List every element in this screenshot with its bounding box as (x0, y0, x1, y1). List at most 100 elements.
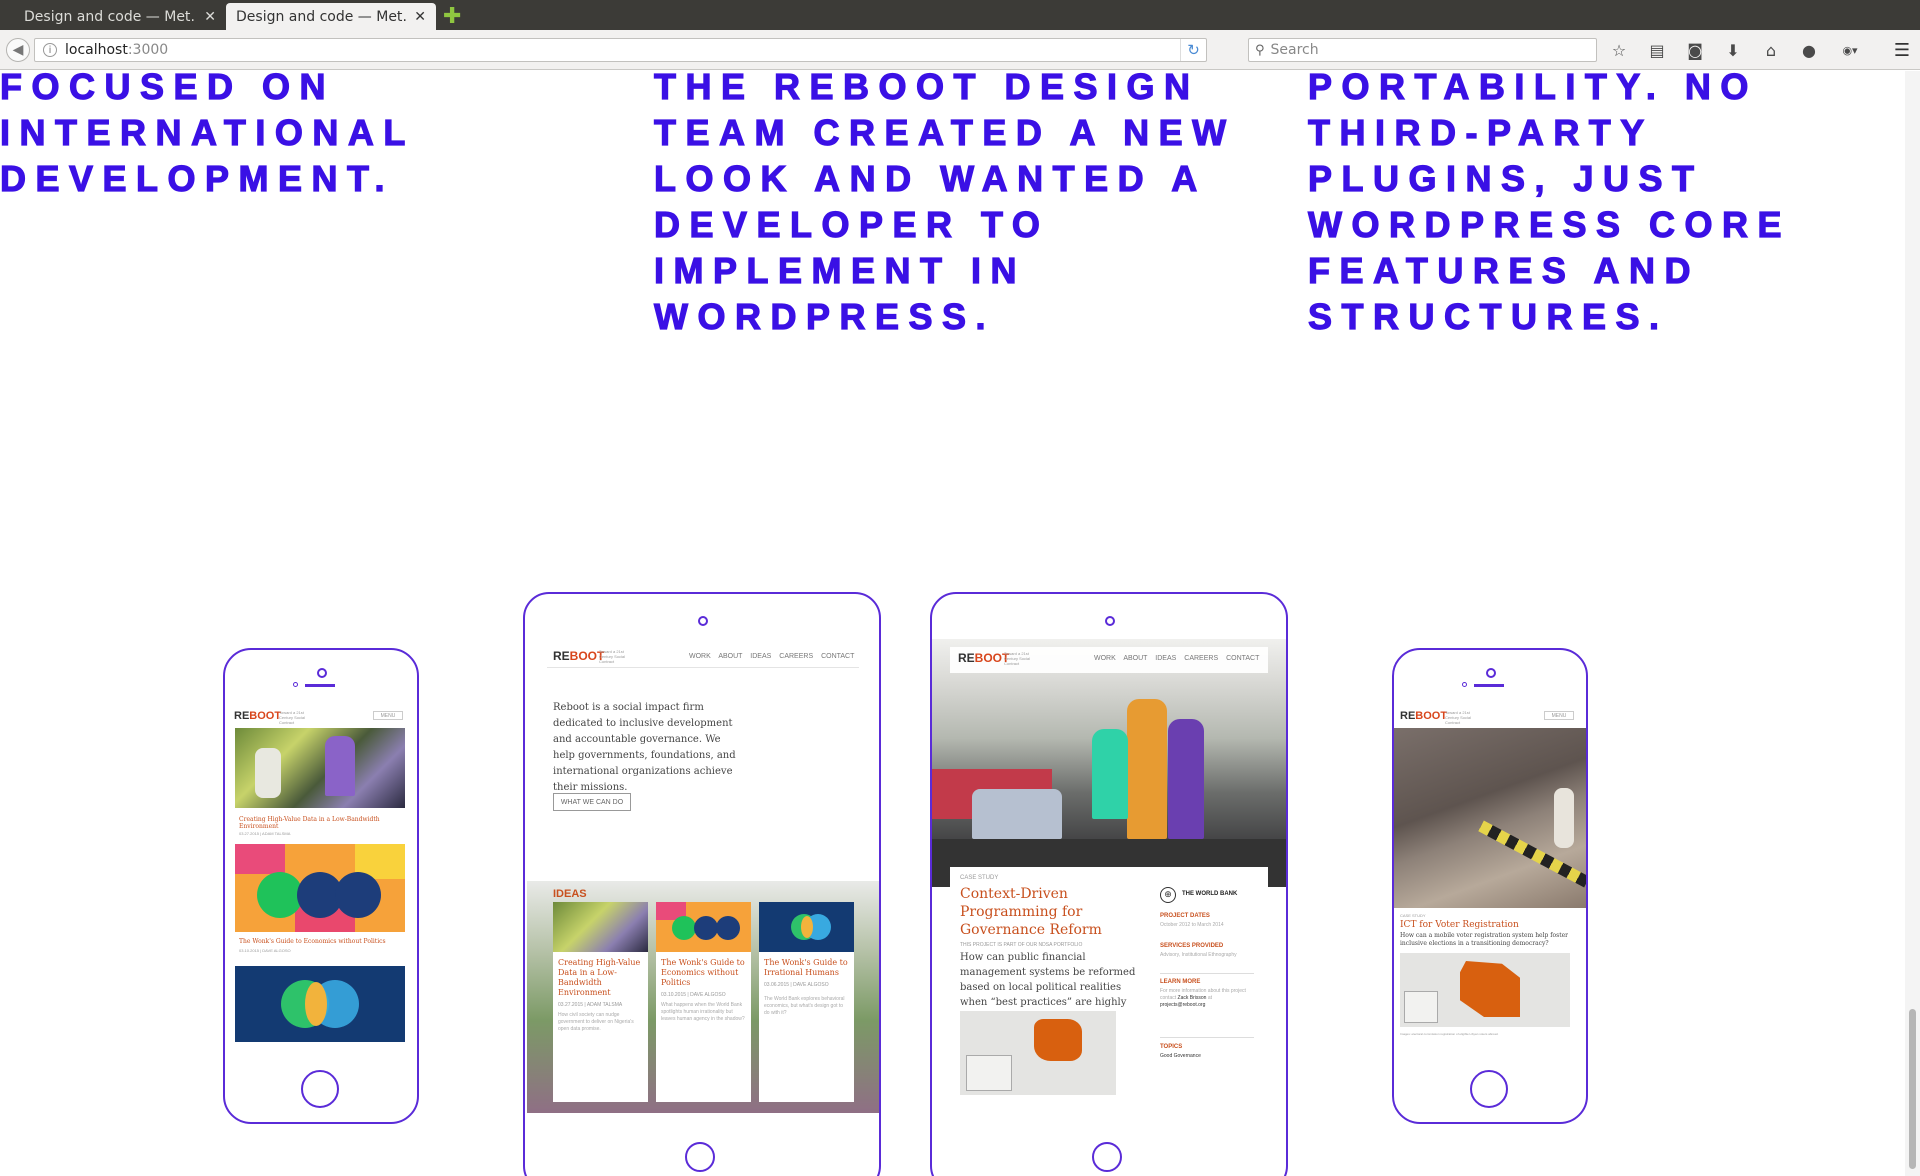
phone-screen: REBOOT Toward a 21st Century Social Cont… (1394, 706, 1586, 1058)
text-column-1: FOCUSED ON INTERNATIONAL DEVELOPMENT. (0, 71, 415, 200)
card-title[interactable]: Creating High-Value Data in a Low-Bandwi… (558, 958, 644, 998)
nigeria-map-image (960, 1011, 1116, 1095)
tablet-screen: REBOOT Toward a 21st Century Social Cont… (932, 639, 1286, 1113)
url-host: localhost (65, 42, 128, 58)
nav-careers[interactable]: CAREERS (779, 653, 813, 660)
page-viewport: FOCUSED ON INTERNATIONAL DEVELOPMENT. TH… (0, 71, 1920, 1176)
learn-more-text: For more information about this project … (1160, 988, 1246, 1008)
tab-active[interactable]: Design and code — Met… ✕ (226, 3, 436, 30)
services-label: SERVICES PROVIDED (1160, 943, 1224, 949)
nav-about[interactable]: ABOUT (1123, 655, 1147, 662)
home-icon[interactable]: ⌂ (1759, 38, 1783, 62)
world-bank-globe-icon: ⊕ (1160, 887, 1176, 903)
search-placeholder: Search (1270, 42, 1319, 58)
nav-careers[interactable]: CAREERS (1184, 655, 1218, 662)
card-title[interactable]: The Wonk's Guide to Economics without Po… (661, 958, 747, 988)
camera-icon (698, 616, 708, 626)
map-footnote: Images: electoral commission registratio… (1400, 1032, 1499, 1036)
illustration-overlap-circles (235, 966, 405, 1042)
text-column-2: THE REBOOT DESIGN TEAM CREATED A NEW LOO… (653, 71, 1236, 338)
tab-inactive[interactable]: Design and code — Met… ✕ (14, 3, 226, 30)
idea-card-3[interactable]: The Wonk's Guide to Irrational Humans 03… (759, 902, 854, 1102)
speaker-grille (1474, 684, 1504, 687)
reading-list-icon[interactable]: ▤ (1645, 38, 1669, 62)
navigation-toolbar: ◀ i localhost:3000 ↻ ⚲ Search ☆ ▤ ◙ ⬇ ⌂ … (0, 30, 1920, 70)
photo-people-image (235, 728, 405, 808)
contact-name[interactable]: Zack Brisson (1178, 995, 1207, 1001)
card-title[interactable]: The Wonk's Guide to Economics without Po… (239, 938, 399, 945)
card-title[interactable]: Creating High-Value Data in a Low-Bandwi… (239, 816, 399, 830)
scrollbar-thumb[interactable] (1909, 1009, 1916, 1169)
nav-divider (547, 667, 859, 668)
camera-icon (1105, 616, 1115, 626)
camera-icon (317, 668, 327, 678)
download-icon[interactable]: ⬇ (1721, 38, 1745, 62)
sidewalk-photo-image (1394, 728, 1586, 908)
site-info-icon[interactable]: i (43, 43, 57, 57)
menu-button[interactable]: MENU (1544, 711, 1574, 720)
tablet-mockup-2: REBOOT Toward a 21st Century Social Cont… (930, 592, 1288, 1176)
card-text: How civil society can nudge government t… (558, 1012, 634, 1032)
card-meta: 03.10.2015 | DAVE ALGOSO (239, 948, 291, 953)
chat-icon[interactable]: ● (1797, 38, 1821, 62)
case-study-question: How can a mobile voter registration syst… (1400, 932, 1569, 947)
reboot-logo: REBOOT (553, 649, 605, 663)
nav-about[interactable]: ABOUT (718, 653, 742, 660)
card-meta: 03.10.2015 | DAVE ALGOSO (661, 992, 726, 998)
contact-email[interactable]: projects@reboot.org (1160, 1002, 1205, 1008)
pocket-icon[interactable]: ◙ (1683, 38, 1707, 62)
menu-button[interactable]: MENU (373, 711, 403, 720)
phone-mockup-1: REBOOT Toward a 21st Century Social Cont… (223, 648, 419, 1124)
site-tagline: Toward a 21st Century Social Contract (279, 710, 306, 725)
nav-ideas[interactable]: IDEAS (750, 653, 771, 660)
page-scrollbar[interactable] (1905, 71, 1920, 1176)
close-tab-icon[interactable]: ✕ (414, 9, 426, 25)
url-port: :3000 (127, 42, 169, 58)
nav-work[interactable]: WORK (1094, 655, 1116, 662)
topics-label: TOPICS (1160, 1044, 1183, 1050)
toolbar-icons: ☆ ▤ ◙ ⬇ ⌂ ● ◉▾ (1607, 38, 1879, 62)
camera-icon (1486, 668, 1496, 678)
tab-title: Design and code — Met… (24, 8, 197, 25)
illustration-venn-colors (235, 844, 405, 932)
bookmark-star-icon[interactable]: ☆ (1607, 38, 1631, 62)
card-title[interactable]: The Wonk's Guide to Irrational Humans (764, 958, 850, 978)
card-text: The World Bank explores behavioral econo… (764, 996, 845, 1016)
nav-work[interactable]: WORK (689, 653, 711, 660)
back-arrow-icon: ◀ (12, 42, 24, 58)
nav-contact[interactable]: CONTACT (1226, 655, 1259, 662)
new-tab-icon[interactable]: ✚ (443, 4, 461, 29)
idea-card-1[interactable]: Creating High-Value Data in a Low-Bandwi… (553, 902, 648, 1102)
tablet-mockup-1: REBOOT Toward a 21st Century Social Cont… (523, 592, 881, 1176)
reload-icon[interactable]: ↻ (1180, 39, 1206, 61)
sidebar-divider (1160, 1037, 1254, 1038)
card-meta: 03.27.2015 | ADAM TALSMA (239, 831, 291, 836)
card-image (656, 902, 751, 952)
what-we-can-do-button[interactable]: WHAT WE CAN DO (553, 793, 631, 811)
case-study-title[interactable]: ICT for Voter Registration (1400, 920, 1570, 931)
adblock-icon[interactable]: ◉▾ (1835, 38, 1865, 62)
topic-good-governance[interactable]: Good Governance (1160, 1053, 1201, 1060)
site-tagline: Toward a 21st Century Social Contract (599, 649, 626, 664)
search-icon: ⚲ (1255, 42, 1265, 58)
close-tab-icon[interactable]: ✕ (204, 9, 216, 25)
home-button (1470, 1070, 1508, 1108)
nav-contact[interactable]: CONTACT (821, 653, 854, 660)
url-bar[interactable]: i localhost:3000 ↻ (34, 38, 1207, 62)
search-input[interactable]: ⚲ Search (1248, 38, 1597, 62)
nav-ideas[interactable]: IDEAS (1155, 655, 1176, 662)
reboot-logo: REBOOT (1400, 710, 1448, 722)
text-column-3: PORTABILITY. NO THIRD-PARTY PLUGINS, JUS… (1307, 71, 1792, 338)
back-button[interactable]: ◀ (6, 38, 30, 62)
sidebar-divider (1160, 973, 1254, 974)
sensor-dot (293, 682, 298, 687)
card-meta: 03.27.2015 | ADAM TALSMA (558, 1002, 623, 1008)
case-study-label: CASE STUDY (1400, 913, 1426, 918)
site-tagline: Toward a 21st Century Social Contract (1004, 651, 1031, 666)
ideas-heading: IDEAS (553, 888, 587, 900)
idea-card-2[interactable]: The Wonk's Guide to Economics without Po… (656, 902, 751, 1102)
menu-icon[interactable]: ☰ (1890, 38, 1914, 62)
phone-mockup-2: REBOOT Toward a 21st Century Social Cont… (1392, 648, 1588, 1124)
client-name: THE WORLD BANK (1182, 891, 1238, 897)
project-dates-label: PROJECT DATES (1160, 913, 1210, 919)
